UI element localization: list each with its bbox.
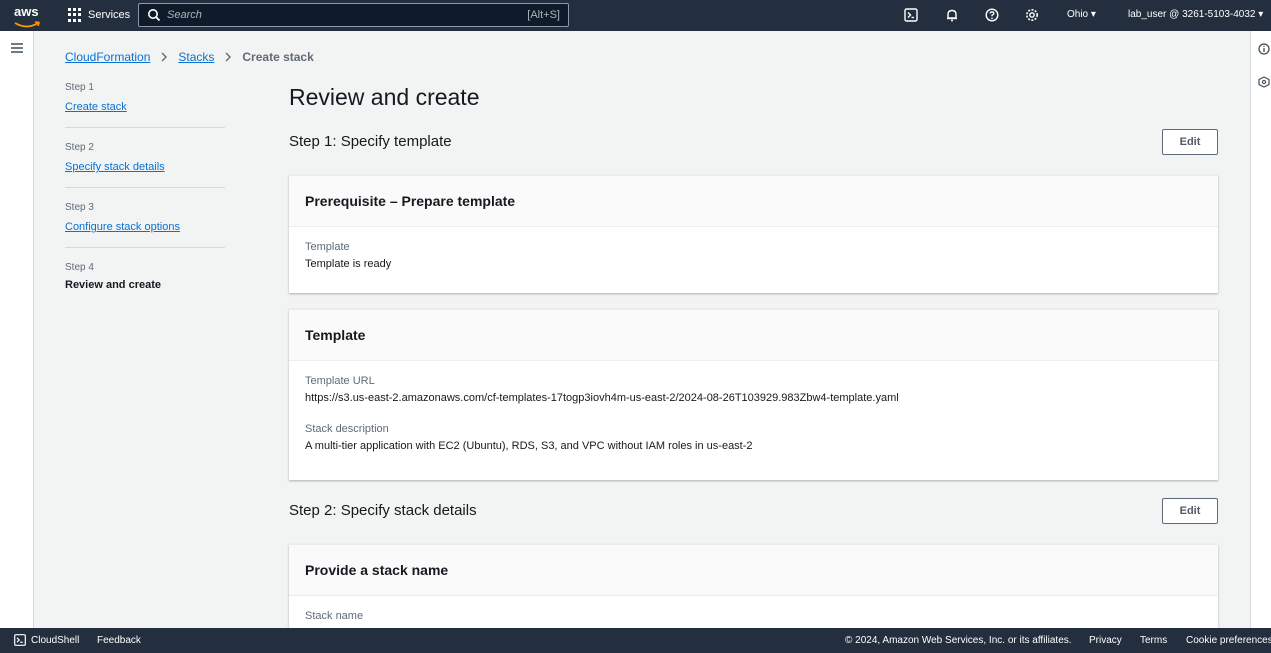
step-current-review-and-create: Review and create [65, 279, 161, 291]
region-selector[interactable]: Ohio ▾ [1067, 9, 1096, 20]
services-menu-button[interactable]: Services [68, 8, 130, 22]
search-box[interactable]: [Alt+S] [138, 3, 569, 27]
cookie-preferences-link[interactable]: Cookie preferences [1186, 635, 1271, 646]
cloudshell-icon[interactable] [904, 8, 918, 22]
breadcrumb: CloudFormation Stacks Create stack [65, 50, 314, 64]
section-heading-step-2: Step 2: Specify stack details [289, 502, 477, 519]
cloudshell-label: CloudShell [31, 634, 80, 646]
chevron-right-icon [225, 52, 232, 62]
wizard-step-2: Step 2 Specify stack details [65, 142, 225, 188]
chevron-right-icon [161, 52, 168, 62]
breadcrumb-cloudformation[interactable]: CloudFormation [65, 50, 150, 64]
services-grid-icon [68, 8, 82, 22]
step-link-specify-stack-details[interactable]: Specify stack details [65, 161, 165, 173]
feedback-link[interactable]: Feedback [97, 635, 141, 646]
step-number: Step 2 [65, 142, 94, 153]
right-rail [1250, 31, 1271, 628]
copyright-text: © 2024, Amazon Web Services, Inc. or its… [845, 635, 1072, 646]
aws-logo-text: aws [14, 4, 39, 19]
terms-link[interactable]: Terms [1140, 635, 1167, 646]
stack-name-card: Provide a stack name Stack name [289, 544, 1218, 628]
menu-hamburger-icon[interactable] [11, 43, 23, 53]
template-url-value: https://s3.us-east-2.amazonaws.com/cf-te… [305, 392, 899, 404]
wizard-step-4: Step 4 Review and create [65, 262, 225, 305]
field-label: Template [305, 241, 350, 253]
prerequisite-card: Prerequisite – Prepare template Template… [289, 175, 1218, 293]
stack-description-field: Stack description A multi-tier applicati… [305, 423, 1202, 452]
info-panel-icon[interactable] [1258, 43, 1270, 55]
template-card: Template Template URL https://s3.us-east… [289, 309, 1218, 480]
card-title: Provide a stack name [289, 545, 1218, 596]
search-icon [148, 9, 161, 22]
breadcrumb-current: Create stack [242, 50, 314, 64]
help-icon[interactable] [985, 8, 999, 22]
aws-smile-icon [14, 21, 40, 28]
top-navigation: aws Services [Alt+S] O [0, 0, 1271, 31]
step-number: Step 1 [65, 82, 94, 93]
step-number: Step 4 [65, 262, 94, 273]
card-title: Template [289, 310, 1218, 361]
step-number: Step 3 [65, 202, 94, 213]
step-link-create-stack[interactable]: Create stack [65, 101, 127, 113]
aws-logo[interactable]: aws [14, 4, 42, 28]
wizard-step-3: Step 3 Configure stack options [65, 202, 225, 248]
cloudshell-icon [14, 634, 26, 646]
template-field: Template Template is ready [305, 241, 1202, 270]
card-title: Prerequisite – Prepare template [289, 176, 1218, 227]
template-url-field: Template URL https://s3.us-east-2.amazon… [305, 375, 1202, 404]
edit-step-2-button[interactable]: Edit [1162, 498, 1218, 524]
stack-name-field: Stack name [305, 610, 1202, 622]
field-label: Stack description [305, 423, 389, 435]
footer: CloudShell Feedback © 2024, Amazon Web S… [0, 628, 1271, 653]
section-heading-step-1: Step 1: Specify template [289, 133, 452, 150]
breadcrumb-stacks[interactable]: Stacks [178, 50, 214, 64]
page-title: Review and create [289, 84, 480, 110]
field-value: Template is ready [305, 258, 392, 270]
settings-gear-icon[interactable] [1025, 8, 1039, 22]
privacy-link[interactable]: Privacy [1089, 635, 1122, 646]
edit-step-1-button[interactable]: Edit [1162, 129, 1218, 155]
stack-description-value: A multi-tier application with EC2 (Ubunt… [305, 440, 753, 452]
account-menu[interactable]: lab_user @ 3261-5103-4032 ▾ [1128, 9, 1263, 20]
services-label: Services [88, 9, 131, 21]
wizard-step-1: Step 1 Create stack [65, 82, 225, 128]
field-label: Stack name [305, 610, 364, 622]
cloudshell-button[interactable]: CloudShell [14, 634, 79, 646]
field-label: Template URL [305, 375, 375, 387]
search-shortcut-hint: [Alt+S] [527, 9, 560, 21]
resources-panel-icon[interactable] [1258, 76, 1270, 88]
search-input[interactable] [167, 9, 528, 21]
step-link-configure-stack-options[interactable]: Configure stack options [65, 221, 180, 233]
notifications-bell-icon[interactable] [945, 8, 959, 22]
left-rail [0, 31, 34, 628]
wizard-steps: Step 1 Create stack Step 2 Specify stack… [65, 82, 225, 319]
